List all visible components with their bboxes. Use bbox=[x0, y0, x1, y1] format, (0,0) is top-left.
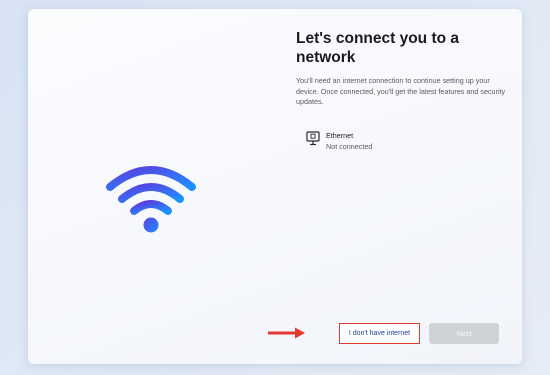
page-description: You'll need an internet connection to co… bbox=[296, 76, 506, 106]
no-internet-button[interactable]: I don't have internet bbox=[339, 323, 420, 344]
page-title: Let's connect you to a network bbox=[296, 30, 460, 66]
next-button[interactable]: Next bbox=[429, 323, 499, 344]
network-status: Not connected bbox=[326, 142, 373, 151]
network-item-ethernet[interactable]: Ethernet Not connected bbox=[306, 130, 426, 156]
network-name: Ethernet bbox=[326, 131, 354, 140]
setup-window: Let's connect you to a network You'll ne… bbox=[28, 9, 522, 364]
red-arrow-icon bbox=[267, 326, 306, 339]
wifi-icon bbox=[104, 159, 198, 237]
ethernet-monitor-icon bbox=[306, 131, 320, 147]
content-panel: Let's connect you to a network You'll ne… bbox=[296, 29, 512, 151]
